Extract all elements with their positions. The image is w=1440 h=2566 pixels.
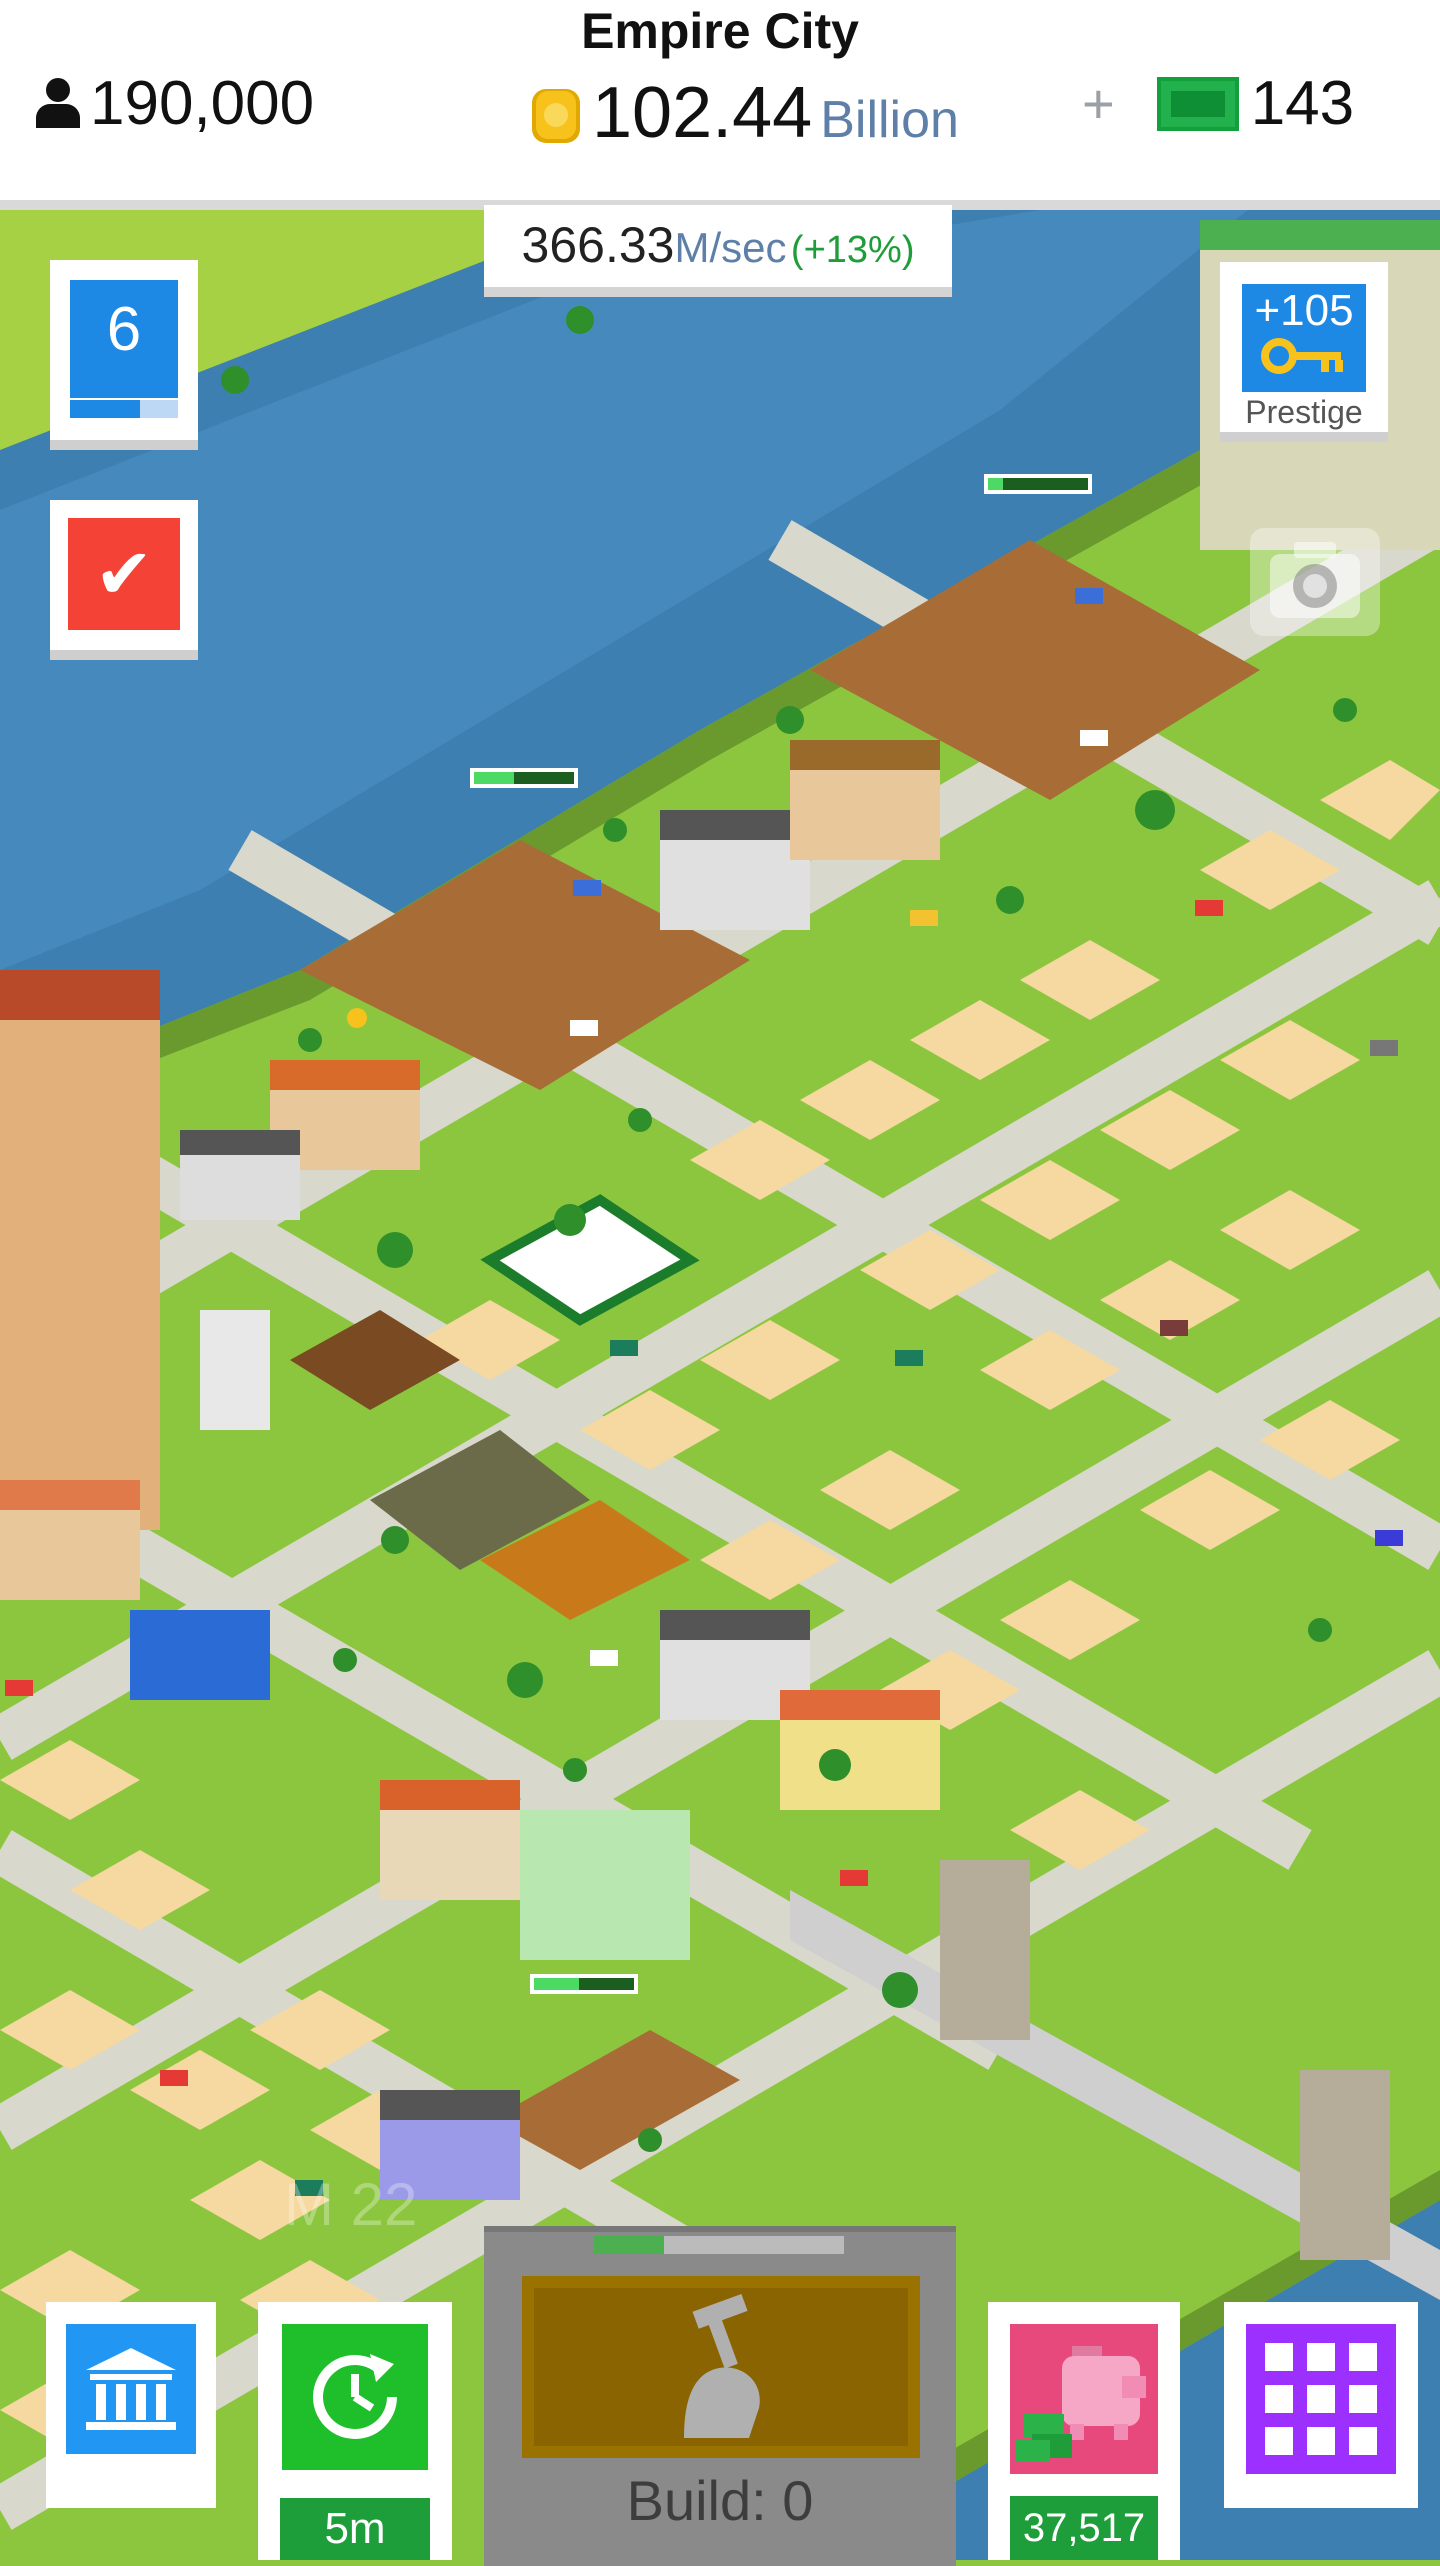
- level-number: 6: [70, 280, 178, 398]
- top-bar: Empire City 190,000 102.44 Billion + 143: [0, 0, 1440, 210]
- coin-icon: [532, 89, 580, 143]
- hammer-hand-icon: [684, 2293, 760, 2438]
- bank-button[interactable]: [46, 2302, 216, 2508]
- camera-button[interactable]: [1250, 528, 1380, 636]
- build-button[interactable]: [522, 2276, 920, 2458]
- build-label: Build: 0: [626, 2469, 814, 2532]
- build-panel[interactable]: Build: 0: [484, 2226, 956, 2566]
- camera-icon: [1270, 542, 1360, 618]
- prestige-badge: +105: [1242, 284, 1366, 392]
- income-unit: M/sec: [674, 224, 787, 271]
- population-counter: 190,000: [36, 68, 314, 139]
- piggy-bank-value: 37,517: [1010, 2496, 1158, 2560]
- building-progress-bar: [470, 768, 578, 788]
- level-progress-bar: [70, 400, 178, 418]
- prestige-value: +105: [1254, 286, 1354, 335]
- coins-value: 102.44: [592, 73, 813, 153]
- key-icon: [1261, 338, 1343, 374]
- map-watermark: M 22: [284, 2171, 418, 2238]
- prestige-label: Prestige: [1245, 394, 1363, 430]
- building-progress-bar: [530, 1974, 638, 1994]
- menu-grid-button[interactable]: [1224, 2302, 1418, 2508]
- level-button[interactable]: 6: [50, 260, 198, 450]
- income-bonus: (+13%): [790, 229, 915, 271]
- grid-icon: [1246, 2324, 1396, 2474]
- person-icon: [36, 77, 80, 130]
- bank-icon: [86, 2348, 176, 2430]
- prestige-button[interactable]: +105 Prestige: [1220, 262, 1388, 442]
- city-name[interactable]: Empire City: [0, 2, 1440, 60]
- time-warp-button[interactable]: 5m: [258, 2302, 452, 2560]
- coins-unit: Billion: [820, 91, 959, 149]
- coins-counter: 102.44 Billion: [528, 72, 959, 154]
- cash-value: 143: [1250, 69, 1355, 138]
- income-value: 366.33: [521, 217, 675, 273]
- piggy-bank-icon: [1016, 2346, 1146, 2462]
- clock-refresh-icon: [313, 2354, 397, 2439]
- building-progress-bar: [984, 474, 1092, 494]
- build-progress-bar: [594, 2236, 844, 2254]
- quests-button[interactable]: ✔: [50, 500, 198, 660]
- piggy-bank-button[interactable]: 37,517: [988, 2302, 1180, 2560]
- population-value: 190,000: [90, 69, 315, 138]
- checkmark-icon: ✔: [68, 518, 180, 630]
- add-cash-button[interactable]: +: [1082, 71, 1115, 136]
- time-warp-label: 5m: [280, 2498, 430, 2560]
- cash-counter[interactable]: + 143: [1082, 68, 1354, 139]
- city-map[interactable]: M 22: [0, 210, 1440, 2560]
- cash-icon: [1156, 76, 1239, 131]
- city-map-canvas: [0, 210, 1440, 2560]
- income-rate: 366.33M/sec (+13%): [484, 205, 952, 297]
